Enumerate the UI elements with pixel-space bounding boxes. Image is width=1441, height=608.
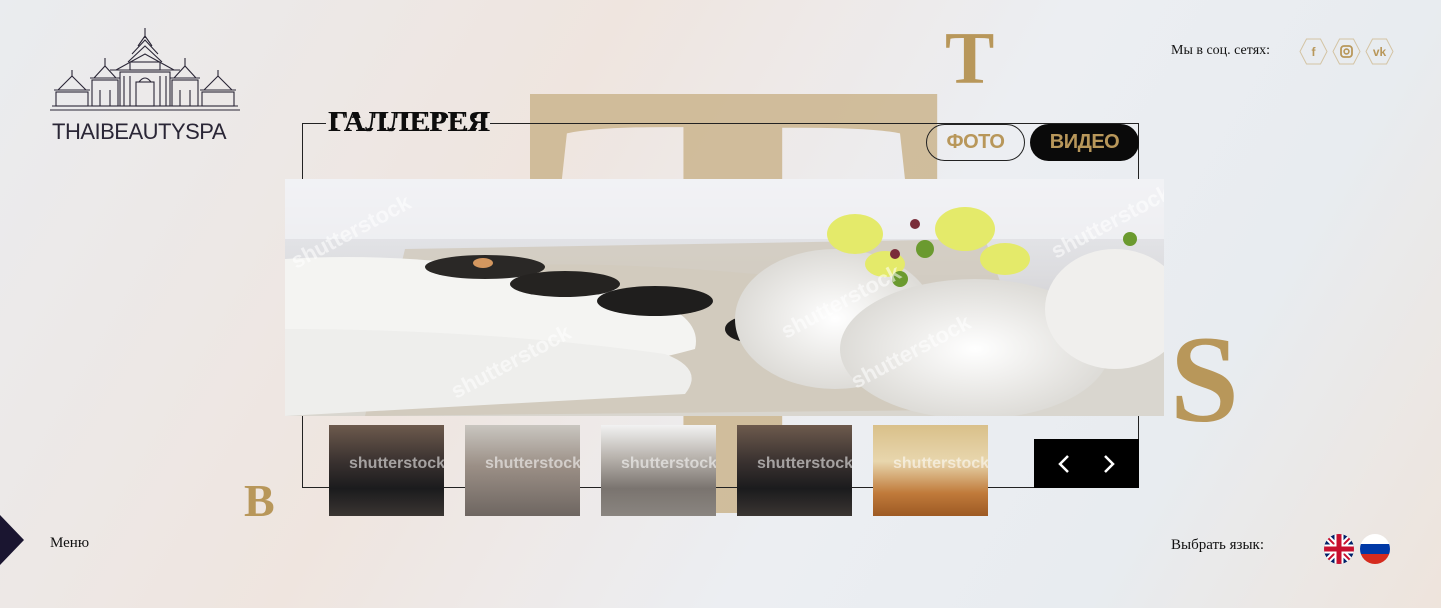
menu-toggle-icon[interactable] xyxy=(0,515,26,565)
vk-link[interactable]: vk xyxy=(1365,37,1394,66)
thumbnail-5[interactable]: shutterstock xyxy=(873,425,988,516)
uk-flag-icon xyxy=(1324,534,1354,564)
russia-flag-icon xyxy=(1360,534,1390,564)
logo-text: THAIBEAUTYSPA xyxy=(52,119,227,144)
prev-button[interactable] xyxy=(1049,449,1079,479)
gallery-title-text: ГАЛЛЕРЕЯ xyxy=(328,106,489,138)
chevron-left-icon xyxy=(1058,454,1070,473)
gallery-thumbnails: shutterstock shutterstock shutterstock s… xyxy=(329,425,988,516)
menu-label[interactable]: Меню xyxy=(50,535,89,552)
instagram-icon xyxy=(1340,45,1353,58)
thumbnail-1[interactable]: shutterstock xyxy=(329,425,444,516)
social-label: Мы в соц. сетях: xyxy=(1171,43,1271,58)
next-button[interactable] xyxy=(1094,449,1124,479)
chevron-right-icon xyxy=(1103,454,1115,473)
spa-towels-image xyxy=(285,179,1164,416)
decorative-letter-s: S xyxy=(1170,311,1239,448)
facebook-link[interactable]: f xyxy=(1299,37,1328,66)
thumbnail-4[interactable]: shutterstock xyxy=(737,425,852,516)
temple-icon xyxy=(50,28,240,111)
thumbnail-2[interactable]: shutterstock xyxy=(465,425,580,516)
gallery-main-image[interactable]: shutterstock shutterstock shutterstock s… xyxy=(285,179,1164,416)
social-links: f vk xyxy=(1299,37,1394,66)
watermark: shutterstock xyxy=(349,455,444,472)
slider-nav xyxy=(1034,439,1139,488)
watermark: shutterstock xyxy=(621,455,716,472)
tab-photo[interactable]: ФОТО xyxy=(926,124,1025,161)
language-label: Выбрать язык: xyxy=(1171,537,1264,553)
decorative-letter-t: T xyxy=(945,18,995,100)
instagram-link[interactable] xyxy=(1332,37,1361,66)
vk-icon: vk xyxy=(1372,44,1387,59)
watermark: shutterstock xyxy=(485,455,580,472)
language-switcher xyxy=(1324,534,1390,564)
thumbnail-3[interactable]: shutterstock xyxy=(601,425,716,516)
watermark: shutterstock xyxy=(757,455,852,472)
tab-video[interactable]: ВИДЕО xyxy=(1030,124,1139,161)
english-flag-button[interactable] xyxy=(1324,534,1354,564)
decorative-letter-b: B xyxy=(244,475,275,526)
frame-top-line xyxy=(490,123,910,124)
watermark: shutterstock xyxy=(893,455,988,472)
russian-flag-button[interactable] xyxy=(1360,534,1390,564)
brand-logo[interactable]: THAIBEAUTYSPA xyxy=(50,26,240,144)
facebook-icon: f xyxy=(1311,44,1316,59)
